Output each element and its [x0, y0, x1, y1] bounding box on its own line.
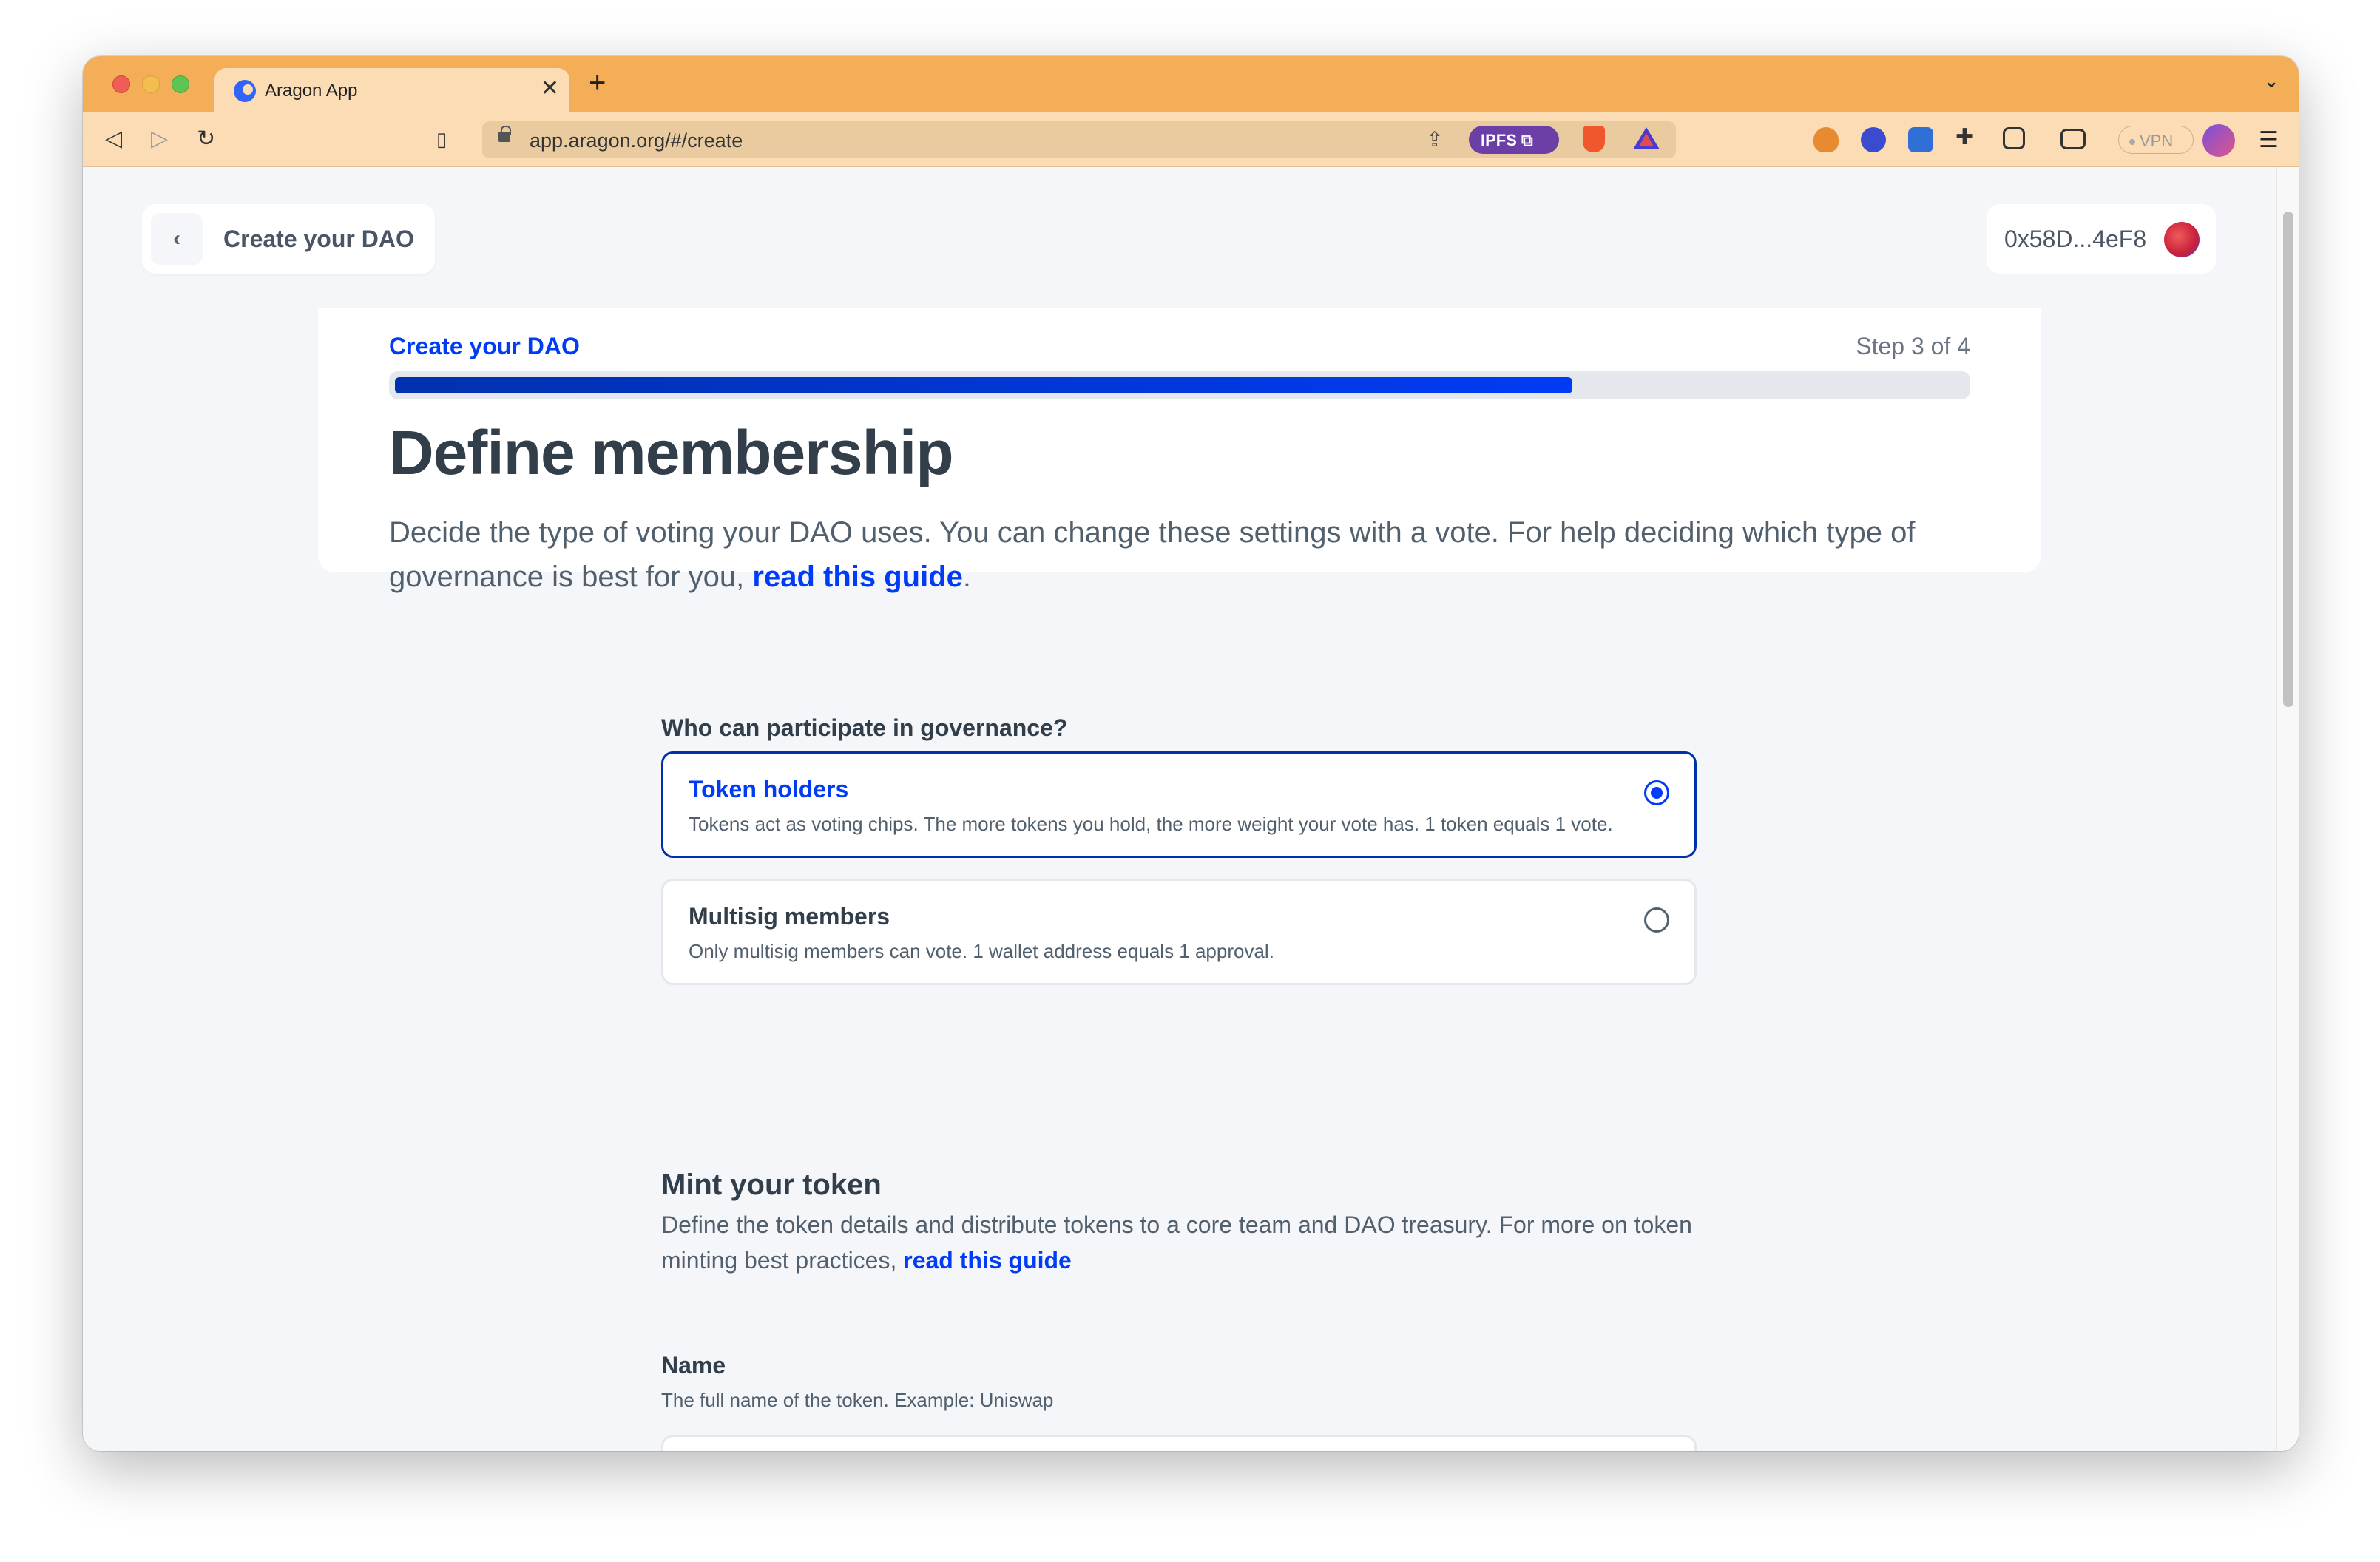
wallet-address: 0x58D...4eF8 — [2004, 226, 2147, 252]
vpn-button[interactable]: VPN — [2118, 126, 2194, 154]
tab-title: Aragon App — [265, 81, 358, 101]
mint-description: Define the token details and distribute … — [661, 1207, 1697, 1278]
back-icon[interactable]: ◁ — [105, 124, 122, 154]
name-label: Name — [661, 1352, 726, 1379]
tab-bar: Aragon App ✕ + ⌄ — [83, 56, 2299, 114]
option-token-holders[interactable]: Token holders Tokens act as voting chips… — [661, 751, 1697, 858]
minimize-window-button[interactable] — [142, 75, 160, 93]
wallet-button[interactable]: 0x58D...4eF8 — [1987, 204, 2216, 274]
wallet-avatar — [2164, 222, 2200, 257]
back-button[interactable]: ‹ — [151, 213, 203, 265]
mint-guide-link[interactable]: read this guide — [903, 1247, 1072, 1274]
metamask-icon[interactable] — [1813, 127, 1839, 152]
progress-fill — [395, 377, 1572, 393]
nav-back-card: ‹ Create your DAO — [142, 204, 435, 274]
step-header-card: Create your DAO Step 3 of 4 Define membe… — [318, 308, 2041, 593]
bookmark-icon[interactable]: ▯ — [436, 124, 447, 154]
description-end: . — [962, 561, 972, 593]
rewards-icon[interactable] — [1633, 127, 1660, 149]
option-title: Multisig members — [689, 903, 890, 930]
url-text[interactable]: app.aragon.org/#/create — [530, 129, 743, 152]
wallet-icon[interactable] — [2060, 129, 2086, 149]
sidebar-icon[interactable] — [2003, 127, 2025, 149]
option-description: Tokens act as voting chips. The more tok… — [689, 813, 1613, 835]
name-help-text: The full name of the token. Example: Uni… — [661, 1389, 1054, 1411]
menu-icon[interactable]: ☰ — [2259, 127, 2279, 153]
forward-icon[interactable]: ▷ — [151, 124, 168, 154]
option-title: Token holders — [689, 776, 849, 802]
aragon-favicon-icon — [234, 80, 256, 102]
extension-icon[interactable] — [1861, 127, 1886, 152]
option-description: Only multisig members can vote. 1 wallet… — [689, 940, 1274, 962]
token-name-input[interactable] — [661, 1435, 1697, 1451]
browser-toolbar: ◁ ▷ ↻ ▯ app.aragon.org/#/create ⇪ IPFS ⧉… — [83, 112, 2299, 167]
address-bar[interactable]: app.aragon.org/#/create ⇪ IPFS ⧉ — [482, 121, 1676, 158]
mint-description-text: Define the token details and distribute … — [661, 1211, 1692, 1274]
profile-icon[interactable] — [2202, 124, 2235, 157]
close-window-button[interactable] — [112, 75, 130, 93]
puzzle-icon[interactable]: ✚ — [1955, 123, 1974, 152]
radio-unselected-icon[interactable] — [1644, 907, 1669, 933]
scrollbar-thumb[interactable] — [2283, 212, 2293, 707]
brave-shield-icon[interactable] — [1583, 126, 1605, 152]
browser-window: Aragon App ✕ + ⌄ ◁ ▷ ↻ ▯ app.aragon.org/… — [83, 56, 2299, 1451]
guide-link[interactable]: read this guide — [752, 561, 963, 593]
page-description: Decide the type of voting your DAO uses.… — [389, 510, 1987, 599]
tab-close-icon[interactable]: ✕ — [541, 75, 559, 101]
wallet-extension-icon[interactable] — [1908, 127, 1933, 152]
option-multisig-members[interactable]: Multisig members Only multisig members c… — [661, 879, 1697, 985]
lock-icon — [498, 126, 511, 142]
description-text: Decide the type of voting your DAO uses.… — [389, 516, 1916, 593]
tab-list-chevron-icon[interactable]: ⌄ — [2263, 70, 2279, 92]
nav-title: Create your DAO — [223, 226, 414, 252]
reload-icon[interactable]: ↻ — [197, 124, 215, 154]
new-tab-button[interactable]: + — [589, 67, 606, 100]
maximize-window-button[interactable] — [172, 75, 189, 93]
step-count: Step 3 of 4 — [1856, 333, 1970, 359]
ipfs-button[interactable]: IPFS ⧉ — [1469, 126, 1559, 154]
governance-question: Who can participate in governance? — [661, 714, 1068, 741]
scrollbar[interactable] — [2276, 167, 2299, 1451]
mint-section-title: Mint your token — [661, 1169, 882, 1201]
browser-tab[interactable]: Aragon App ✕ — [214, 68, 569, 114]
wizard-title: Create your DAO — [389, 333, 580, 359]
radio-selected-icon[interactable] — [1644, 780, 1669, 805]
page-content: ‹ Create your DAO 0x58D...4eF8 Create yo… — [83, 167, 2276, 1451]
share-icon[interactable]: ⇪ — [1426, 127, 1443, 152]
page-title: Define membership — [389, 418, 954, 487]
progress-bar — [389, 371, 1970, 399]
